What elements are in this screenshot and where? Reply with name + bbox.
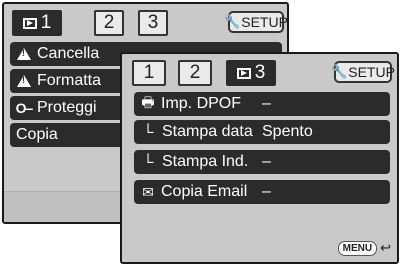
warning-icon	[16, 48, 32, 60]
tab-3[interactable]: 3	[138, 10, 168, 36]
tab-playback-3[interactable]: 3	[226, 60, 276, 86]
menu-item-label: Proteggi	[37, 99, 97, 116]
menu-item-value: –	[262, 183, 271, 200]
return-icon: ↩	[380, 240, 391, 255]
menu-item-label: Copia	[16, 126, 58, 143]
menu-label: MENU	[337, 240, 378, 256]
menu-item-stampa-ind[interactable]: └ Stampa Ind. –	[134, 150, 390, 174]
menu-item-label: Cancella	[37, 45, 100, 62]
tab-playback-1[interactable]: 1	[12, 10, 62, 36]
menu-item-value: –	[262, 153, 271, 170]
menu-item-value: Spento	[262, 123, 313, 140]
warning-icon	[16, 75, 32, 87]
menu-item-label: Imp. DPOF	[161, 95, 242, 112]
setup-label: SETUP	[241, 14, 288, 30]
playback-icon	[22, 17, 37, 29]
playback-icon	[236, 67, 251, 79]
tab-1[interactable]: 1	[132, 60, 166, 86]
sub-item-icon: └	[142, 153, 154, 171]
menu-item-label: Copia Email	[161, 183, 248, 200]
menu-return-button[interactable]: MENU ↩	[337, 240, 391, 256]
menu-item-stampa-data[interactable]: └ Stampa data Spento	[134, 120, 390, 144]
tab-label: 2	[189, 62, 201, 83]
tab-label: 1	[143, 62, 155, 83]
tab-2[interactable]: 2	[94, 10, 124, 36]
tab-setup[interactable]: 🔧 SETUP	[224, 11, 288, 33]
tab-label: 3	[147, 12, 159, 33]
sub-item-icon: └	[142, 123, 154, 141]
email-icon: ✉	[142, 183, 154, 200]
tab-label: 3	[254, 62, 266, 83]
playback-menu-front-screen: 1 2 3 🔧 SETUP 🖶 Imp. DPOF – └ Stampa dat…	[120, 52, 399, 264]
wrench-icon: 🔧	[224, 14, 241, 29]
menu-item-label: Stampa Ind.	[162, 153, 249, 170]
menu-item-copia-email[interactable]: ✉ Copia Email –	[134, 180, 390, 204]
tab-label: 1	[40, 12, 52, 33]
menu-item-value: –	[262, 95, 271, 112]
tab-label: 2	[103, 12, 115, 33]
tab-2[interactable]: 2	[178, 60, 212, 86]
setup-label: SETUP	[348, 64, 395, 80]
menu-item-imp-dpof[interactable]: 🖶 Imp. DPOF –	[134, 92, 390, 116]
key-icon: O–	[15, 100, 34, 116]
wrench-icon: 🔧	[331, 64, 348, 79]
menu-item-label: Stampa data	[162, 123, 253, 140]
print-icon: 🖶	[141, 94, 155, 110]
menu-item-label: Formatta	[37, 72, 102, 89]
tab-setup[interactable]: 🔧 SETUP	[331, 61, 395, 83]
